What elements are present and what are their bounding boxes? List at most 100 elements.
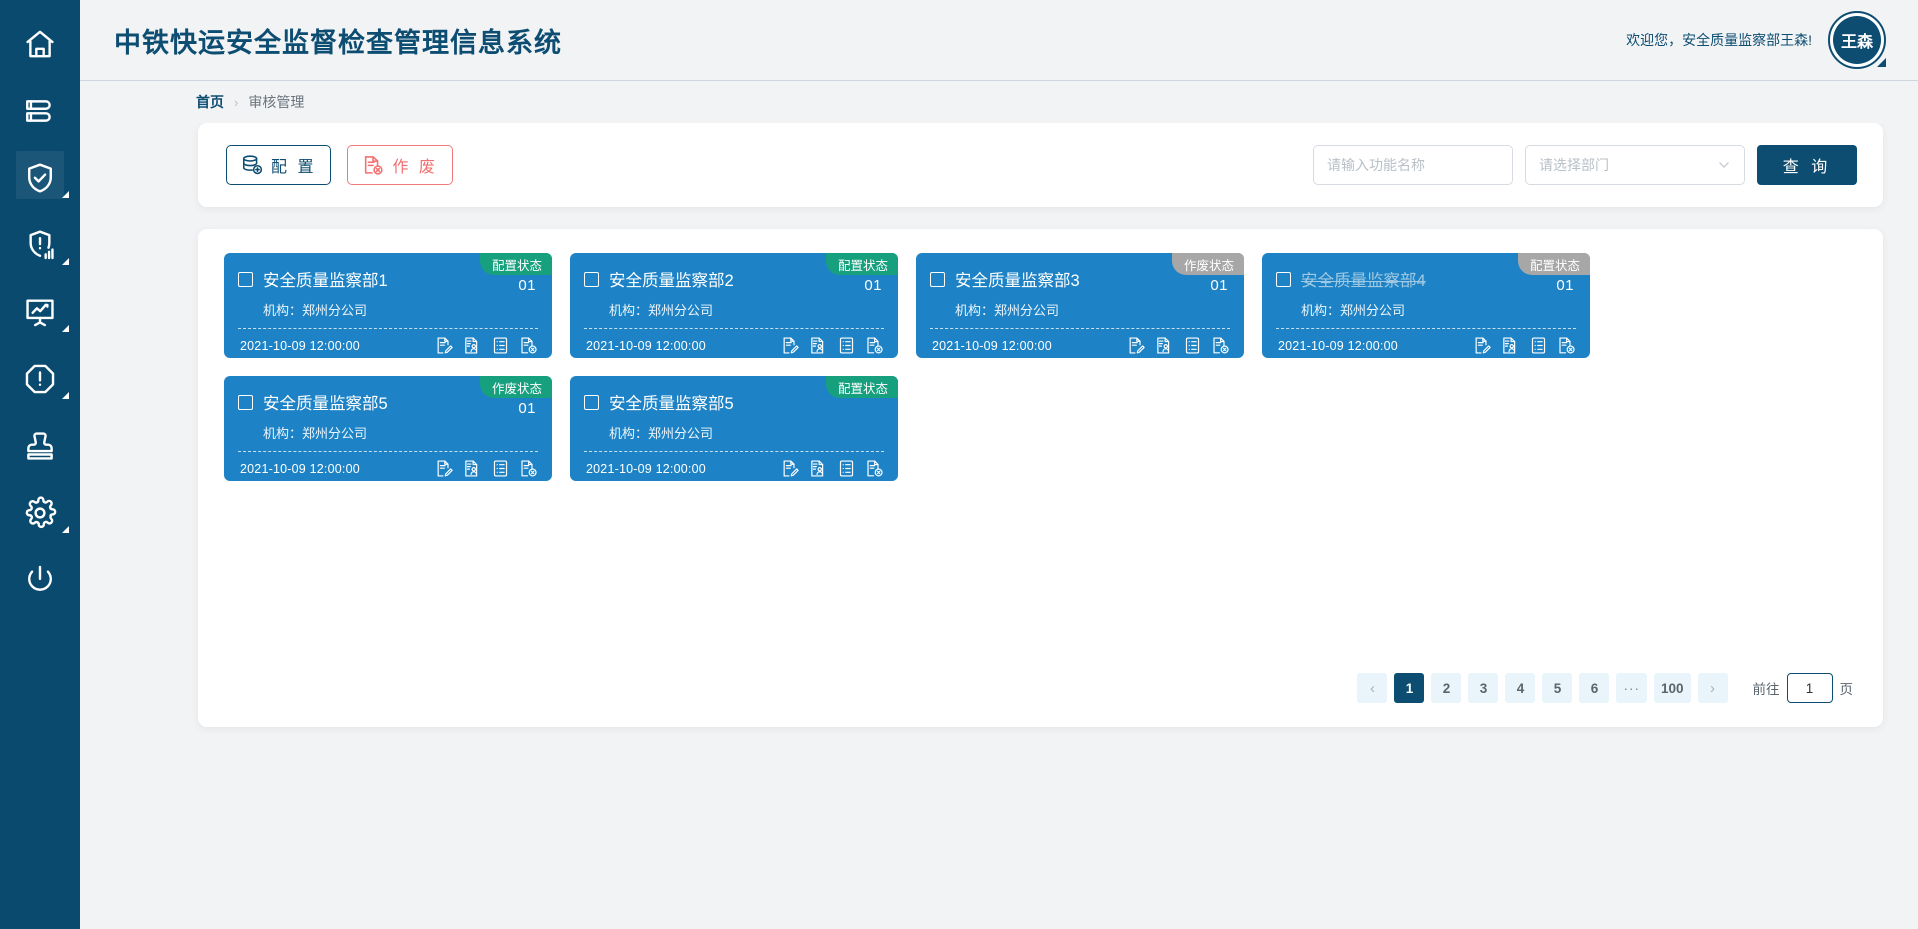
row-checkbox[interactable]	[930, 271, 945, 287]
document-list-icon[interactable]	[1529, 336, 1548, 355]
sidebar-item-shield-alert-chart[interactable]	[0, 211, 80, 278]
page-2[interactable]: 2	[1431, 673, 1462, 703]
row-checkbox[interactable]	[238, 271, 253, 287]
edit-document-icon[interactable]	[1473, 336, 1492, 355]
header-user-area: 欢迎您，安全质量监察部王森! 王森	[1626, 11, 1886, 69]
document-list-icon[interactable]	[491, 459, 510, 478]
status-badge: 配置状态	[825, 253, 898, 275]
status-badge-label: 配置状态	[1529, 258, 1580, 273]
card-actions	[781, 459, 884, 478]
card-title: 安全质量监察部2	[609, 272, 734, 290]
sidebar-item-stamp-seal[interactable]	[0, 412, 80, 479]
status-badge: 作废状态	[1171, 253, 1244, 275]
document-cancel-icon[interactable]	[865, 336, 884, 355]
document-person-icon[interactable]	[1155, 336, 1174, 355]
document-cancel-icon[interactable]	[1211, 336, 1230, 355]
card-date: 2021-10-09 12:00:00	[586, 338, 706, 353]
list-item[interactable]: 作废状态 01 安全质量监察部3 机构：郑州分公司 2021-10-09 12:00:0…	[916, 253, 1244, 358]
sidebar-item-octagon-alert[interactable]	[0, 345, 80, 412]
page-100[interactable]: 100	[1653, 673, 1691, 703]
row-checkbox[interactable]	[238, 394, 253, 410]
edit-document-icon[interactable]	[1127, 336, 1146, 355]
submenu-caret-icon	[62, 392, 69, 399]
document-person-icon[interactable]	[809, 459, 828, 478]
query-button[interactable]: 查 询	[1757, 145, 1857, 185]
item-number: 01	[864, 277, 882, 294]
department-select[interactable]: 请选择部门	[1525, 145, 1745, 185]
void-button[interactable]: 作 废	[347, 145, 453, 185]
status-badge-label: 配置状态	[837, 381, 888, 396]
divider	[584, 451, 884, 452]
page-prev[interactable]: ‹	[1357, 673, 1388, 703]
search-input[interactable]: 请输入功能名称	[1313, 145, 1513, 185]
edit-document-icon[interactable]	[781, 336, 800, 355]
edit-document-icon[interactable]	[435, 336, 454, 355]
divider	[238, 451, 538, 452]
breadcrumb-home[interactable]: 首页	[196, 92, 224, 112]
document-cancel-icon[interactable]	[519, 459, 538, 478]
document-person-icon[interactable]	[1501, 336, 1520, 355]
card-footer: 2021-10-09 12:00:00	[584, 336, 884, 355]
sidebar-item-shield-check[interactable]	[0, 144, 80, 211]
document-person-icon[interactable]	[809, 336, 828, 355]
document-list-icon[interactable]	[491, 336, 510, 355]
document-cancel-icon[interactable]	[865, 459, 884, 478]
app-root: 中铁快运安全监督检查管理信息系统 欢迎您，安全质量监察部王森! 王森 首页 › …	[0, 0, 1918, 929]
config-button-label: 配 置	[271, 159, 317, 176]
status-badge: 配置状态	[1517, 253, 1590, 275]
row-checkbox[interactable]	[1276, 271, 1291, 287]
list-panel: 配置状态 01 安全质量监察部1 机构：郑州分公司 2021-10-09 12:00:0…	[198, 229, 1883, 727]
card-date: 2021-10-09 12:00:00	[586, 461, 706, 476]
sidebar-item-books-stack[interactable]	[0, 77, 80, 144]
edit-document-icon[interactable]	[781, 459, 800, 478]
sidebar-item-gear[interactable]	[0, 479, 80, 546]
config-button[interactable]: 配 置	[226, 145, 332, 185]
status-badge-label: 作废状态	[1183, 258, 1234, 273]
page-6[interactable]: 6	[1579, 673, 1610, 703]
main-region: 中铁快运安全监督检查管理信息系统 欢迎您，安全质量监察部王森! 王森 首页 › …	[80, 0, 1918, 929]
card-footer: 2021-10-09 12:00:00	[238, 459, 538, 478]
card-title: 安全质量监察部3	[955, 272, 1080, 290]
row-checkbox[interactable]	[584, 271, 599, 287]
void-button-label: 作 废	[392, 159, 438, 176]
list-item[interactable]: 配置状态 01 安全质量监察部1 机构：郑州分公司 2021-10-09 12:00:0…	[224, 253, 552, 358]
card-date: 2021-10-09 12:00:00	[932, 338, 1052, 353]
list-item[interactable]: 配置状态 01 安全质量监察部4 机构：郑州分公司 2021-10-09 12:00:0…	[1262, 253, 1590, 358]
edit-document-icon[interactable]	[435, 459, 454, 478]
page-next[interactable]: ›	[1697, 673, 1728, 703]
sidebar-item-home[interactable]	[0, 10, 80, 77]
page-5[interactable]: 5	[1542, 673, 1573, 703]
card-org: 机构：郑州分公司	[609, 303, 714, 318]
document-list-icon[interactable]	[1183, 336, 1202, 355]
document-person-icon[interactable]	[463, 459, 482, 478]
document-cancel-icon[interactable]	[1557, 336, 1576, 355]
page-1[interactable]: 1	[1394, 673, 1425, 703]
sidebar-item-power[interactable]	[0, 546, 80, 613]
list-item[interactable]: 作废状态 01 安全质量监察部5 机构：郑州分公司 2021-10-09 12:00:0…	[224, 376, 552, 481]
card-title: 安全质量监察部5	[263, 395, 388, 413]
card-footer: 2021-10-09 12:00:00	[930, 336, 1230, 355]
item-number: 01	[518, 277, 536, 294]
page-3[interactable]: 3	[1468, 673, 1499, 703]
page-ellipsis[interactable]: ···	[1616, 673, 1647, 703]
list-item[interactable]: 配置状态 安全质量监察部5 机构：郑州分公司 2021-10-09 12:00:00	[570, 376, 898, 481]
card-actions	[435, 459, 538, 478]
goto-page: 前往 页	[1753, 673, 1853, 703]
octagon-alert-icon	[23, 362, 57, 396]
status-badge-label: 配置状态	[837, 258, 888, 273]
document-person-icon[interactable]	[463, 336, 482, 355]
page-4[interactable]: 4	[1505, 673, 1536, 703]
card-org: 机构：郑州分公司	[263, 303, 368, 318]
document-cancel-icon[interactable]	[519, 336, 538, 355]
search-area: 请输入功能名称 请选择部门 查 询	[1313, 145, 1857, 185]
list-item[interactable]: 配置状态 01 安全质量监察部2 机构：郑州分公司 2021-10-09 12:00:0…	[570, 253, 898, 358]
gear-icon	[23, 495, 57, 530]
sidebar-item-presentation-chart[interactable]	[0, 278, 80, 345]
card-org: 机构：郑州分公司	[609, 426, 714, 441]
goto-input[interactable]	[1786, 673, 1833, 703]
document-list-icon[interactable]	[837, 336, 856, 355]
row-checkbox[interactable]	[584, 394, 599, 410]
document-list-icon[interactable]	[837, 459, 856, 478]
document-cancel-icon	[362, 154, 384, 176]
avatar[interactable]: 王森	[1828, 11, 1886, 69]
